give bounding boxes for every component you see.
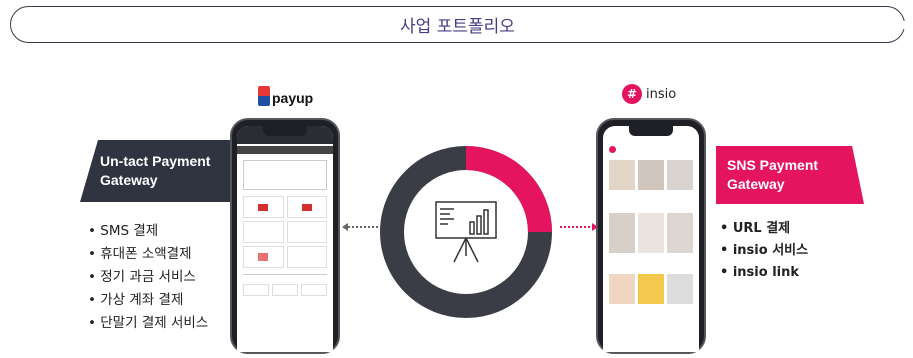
list-item: 가상 계좌 결제 xyxy=(88,289,208,312)
untact-band-text: Un-tact Payment Gateway xyxy=(100,152,240,190)
payup-services-list: SMS 결제 휴대폰 소액결제 정기 과금 서비스 가상 계좌 결제 단말기 결… xyxy=(88,220,208,335)
sns-line-2: Gateway xyxy=(727,176,785,192)
presentation-chart-icon xyxy=(435,201,497,263)
payup-logo-text: payup xyxy=(272,90,314,106)
sns-line-1: SNS Payment xyxy=(727,157,819,173)
payup-phone xyxy=(230,118,340,354)
arrow-left-icon xyxy=(342,223,378,231)
list-item: insio 서비스 xyxy=(720,240,808,262)
portfolio-header: 사업 포트폴리오 xyxy=(10,6,906,43)
list-item: URL 결제 xyxy=(720,218,808,240)
insio-logo-text: insio xyxy=(646,86,677,102)
insio-phone-screen xyxy=(603,126,699,352)
payup-phone-screen xyxy=(237,126,333,352)
list-item: 정기 과금 서비스 xyxy=(88,266,208,289)
center-ring xyxy=(380,146,552,318)
untact-line-1: Un-tact Payment xyxy=(100,153,211,169)
insio-phone xyxy=(596,118,706,354)
insio-hash-icon: # xyxy=(622,84,642,104)
list-item: 단말기 결제 서비스 xyxy=(88,312,208,335)
portfolio-title: 사업 포트폴리오 xyxy=(400,17,515,37)
payup-logo-mark-icon xyxy=(258,86,270,106)
insio-services-list: URL 결제 insio 서비스 insio link xyxy=(720,218,808,284)
sns-band-text: SNS Payment Gateway xyxy=(727,156,867,194)
list-item: 휴대폰 소액결제 xyxy=(88,243,208,266)
list-item: insio link xyxy=(720,262,808,284)
insio-logo: # insio xyxy=(622,84,676,104)
list-item: SMS 결제 xyxy=(88,220,208,243)
payup-logo: payup xyxy=(258,86,313,106)
untact-line-2: Gateway xyxy=(100,172,158,188)
arrow-right-icon xyxy=(560,223,598,231)
